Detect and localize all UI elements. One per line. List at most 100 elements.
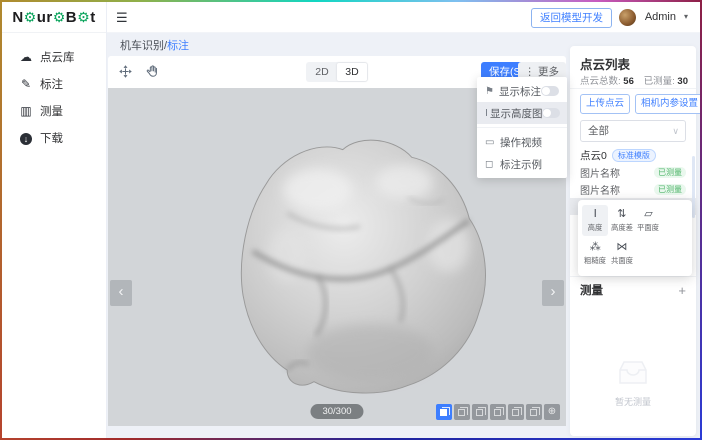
show-heightmap-toggle[interactable] [542, 108, 560, 118]
ibeam-icon: Ⅰ [485, 108, 488, 119]
sidebar-item-pointcloud-library[interactable]: ☁ 点云库 [2, 43, 106, 70]
empty-state-text: 暂无测量 [570, 395, 696, 408]
window-border-left [0, 0, 2, 440]
stat-total: 点云总数: 56 [580, 73, 634, 87]
menu-item-show-heightmap[interactable]: Ⅰ 显示高度图 [477, 102, 567, 124]
breadcrumb-parent[interactable]: 机车识别 [120, 40, 164, 52]
cube-icon [476, 409, 483, 416]
tool-label: 高度 [588, 222, 603, 232]
top-header: ☰ 返回模型开发 Admin ▾ [107, 2, 700, 33]
cube-icon [458, 409, 465, 416]
menu-item-label: 标注示例 [500, 157, 559, 172]
chevron-down-icon: ∨ [672, 121, 679, 141]
cube-view-1-button[interactable] [454, 404, 470, 420]
menu-item-label: 操作视频 [500, 135, 559, 150]
video-icon: ▭ [485, 137, 498, 148]
pencil-icon: ✎ [18, 77, 34, 91]
view-mode-segment: 2D 3D [306, 62, 368, 82]
measured-badge: 已测量 [654, 167, 686, 178]
stat-measured: 已测量: 30 [644, 73, 688, 87]
panel-stats: 点云总数: 56 已测量: 30 [580, 73, 688, 87]
tooth-model-3d[interactable] [174, 102, 500, 412]
cube-icon [530, 409, 537, 416]
menu-divider [477, 127, 567, 128]
locate-target-button[interactable]: ⊕ [544, 404, 560, 420]
hand-pan-icon[interactable] [145, 64, 160, 79]
crosshair-icon: ⊕ [544, 404, 560, 420]
tool-label: 平面度 [637, 222, 659, 232]
image-row[interactable]: 图片名称 已测量 [570, 164, 696, 181]
sidebar-menu: ☁ 点云库 ✎ 标注 ▥ 测量 ↓ 下载 [2, 33, 106, 151]
filter-select[interactable]: 全部 ∨ [580, 120, 686, 142]
cube-icon [494, 409, 501, 416]
sidebar-item-label: 测量 [40, 103, 63, 119]
download-arrow-icon: ↓ [20, 133, 32, 145]
prev-image-button[interactable]: ‹ [110, 280, 132, 306]
frame-counter: 30/300 [310, 404, 363, 419]
panel-title: 点云列表 [580, 54, 630, 73]
menu-item-annotation-example[interactable]: ◻ 标注示例 [477, 153, 567, 175]
panel-actions: 上传点云 相机内参设置 [580, 94, 700, 114]
sidebar-item-annotation[interactable]: ✎ 标注 [2, 70, 106, 97]
cube-view-4-button[interactable] [508, 404, 524, 420]
cube-icon [512, 409, 519, 416]
pointcloud-name: 点云0 [580, 148, 607, 163]
height-diff-icon: ⇅ [617, 208, 626, 221]
empty-state: 暂无测量 [570, 358, 696, 408]
brand-text: N [12, 9, 23, 26]
canvas-tools [118, 64, 160, 79]
tool-flatness[interactable]: ▱ 平面度 [635, 205, 661, 236]
user-menu[interactable]: Admin [645, 11, 676, 23]
coplanarity-icon: ⋈ [616, 241, 627, 254]
image-row[interactable]: 图片名称 已测量 [570, 181, 696, 198]
camera-params-button[interactable]: 相机内参设置 [635, 94, 700, 114]
frame-icon: ◻ [485, 159, 498, 170]
height-icon: Ⅰ [594, 208, 597, 221]
menu-item-label: 显示标注 [499, 84, 541, 99]
sidebar-item-measure[interactable]: ▥ 测量 [2, 97, 106, 124]
view-2d-button[interactable]: 2D [307, 63, 337, 81]
sidebar-item-label: 下载 [40, 130, 63, 146]
roughness-icon: ⁂ [590, 241, 601, 254]
tool-label: 高度差 [611, 222, 633, 232]
menu-item-tutorial-video[interactable]: ▭ 操作视频 [477, 131, 567, 153]
pointcloud-group-row[interactable]: 点云0 标准模版 [580, 148, 656, 163]
view-orientation-buttons: ⊕ [436, 404, 560, 420]
sidebar-item-download[interactable]: ↓ 下载 [2, 124, 106, 151]
chevron-down-icon: ▾ [684, 12, 688, 21]
cube-solid-view-button[interactable] [436, 404, 452, 420]
cube-view-5-button[interactable] [526, 404, 542, 420]
avatar[interactable] [619, 9, 636, 26]
brand-text: B [66, 9, 77, 26]
image-name: 图片名称 [580, 165, 654, 180]
list-scrollbar[interactable] [692, 156, 695, 218]
collapse-menu-icon[interactable]: ☰ [116, 10, 128, 26]
show-annotation-toggle[interactable] [541, 86, 559, 96]
upload-pointcloud-button[interactable]: 上传点云 [580, 94, 630, 114]
tool-roughness[interactable]: ⁂ 粗糙度 [582, 238, 608, 269]
breadcrumb: 机车识别/标注 [120, 37, 189, 53]
gear-icon: ⚙ [77, 9, 90, 26]
back-to-model-dev-button[interactable]: 返回模型开发 [531, 8, 612, 28]
tool-label: 粗糙度 [584, 255, 606, 265]
tool-height[interactable]: Ⅰ 高度 [582, 205, 608, 236]
tool-label: 共面度 [611, 255, 633, 265]
menu-item-show-annotation[interactable]: ⚑ 显示标注 [477, 80, 567, 102]
cube-view-3-button[interactable] [490, 404, 506, 420]
breadcrumb-current: 标注 [167, 40, 189, 52]
divider [570, 88, 696, 89]
next-image-button[interactable]: › [542, 280, 564, 306]
window-border-top [0, 0, 702, 2]
flatness-icon: ▱ [644, 208, 652, 221]
add-measure-button[interactable]: + [678, 284, 686, 297]
tool-coplanarity[interactable]: ⋈ 共面度 [609, 238, 635, 269]
view-3d-button[interactable]: 3D [337, 63, 367, 81]
tool-height-diff[interactable]: ⇅ 高度差 [609, 205, 635, 236]
measure-icon: ▥ [18, 104, 34, 118]
sidebar-item-label: 点云库 [40, 49, 75, 65]
cube-view-2-button[interactable] [472, 404, 488, 420]
sidebar-item-label: 标注 [40, 76, 63, 92]
divider [570, 276, 696, 277]
gear-icon: ⚙ [53, 9, 66, 26]
move-icon[interactable] [118, 64, 133, 79]
